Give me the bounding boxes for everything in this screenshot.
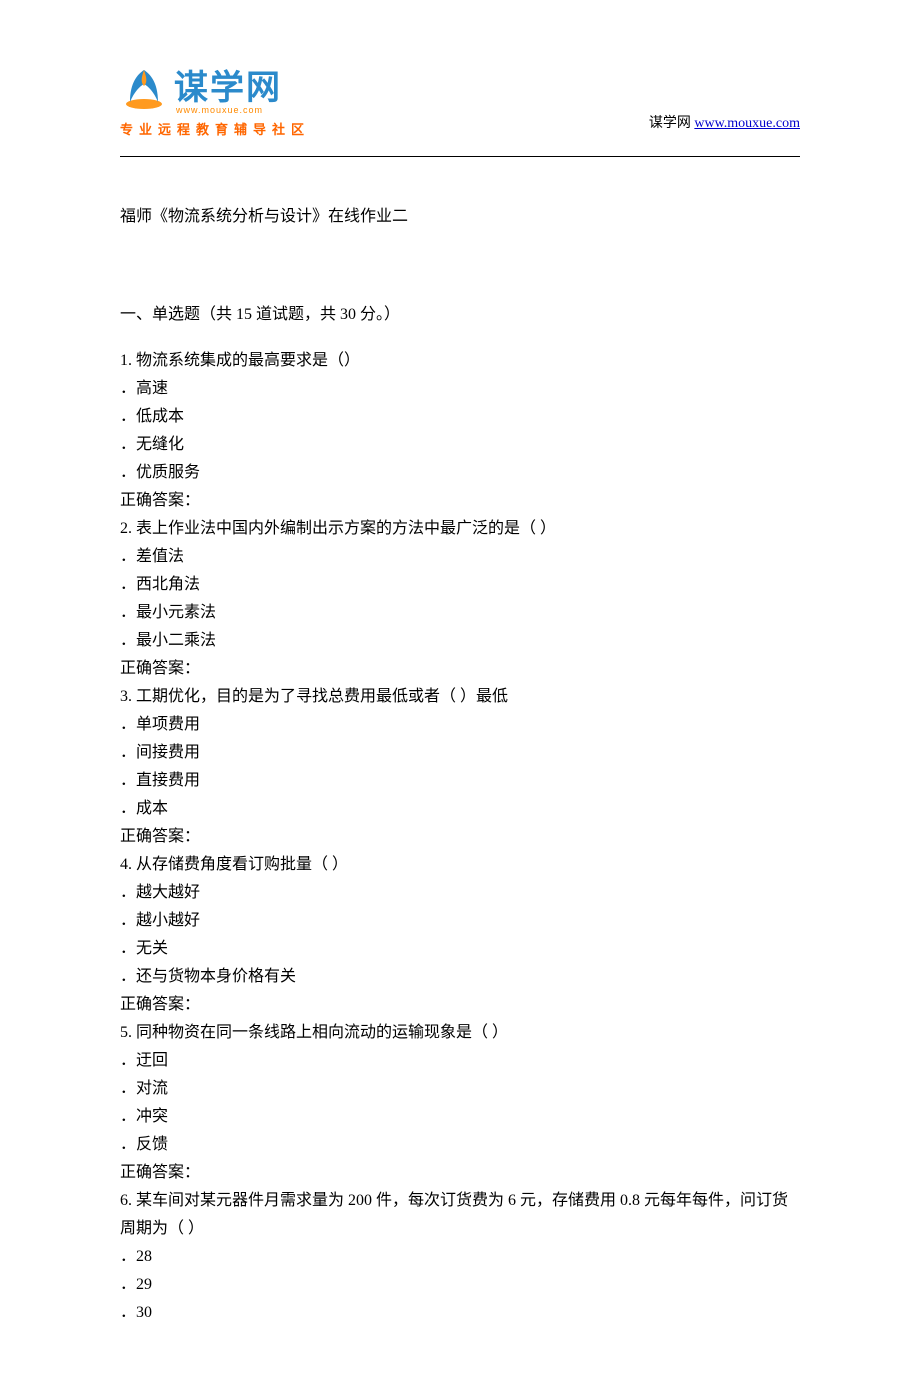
logo-icon [120,64,168,112]
option-item: ．30 [120,1299,800,1327]
option-item: ．还与货物本身价格有关 [120,963,800,991]
answer-label: 正确答案： [120,1159,800,1187]
option-item: ．无关 [120,935,800,963]
option-item: ．越大越好 [120,879,800,907]
logo-top: 谋学网 www.mouxue.com [120,60,282,115]
option-item: ．优质服务 [120,459,800,487]
question-text: 4. 从存储费角度看订购批量（ ） [120,851,800,879]
logo-tagline: 专业远程教育辅导社区 [120,119,310,138]
answer-label: 正确答案： [120,655,800,683]
document-body: 福师《物流系统分析与设计》在线作业二 一、单选题（共 15 道试题，共 30 分… [0,157,920,1387]
question-block: 1. 物流系统集成的最高要求是（） ．高速 ．低成本 ．无缝化 ．优质服务 正确… [120,347,800,515]
option-item: ．冲突 [120,1103,800,1131]
page-header: 谋学网 www.mouxue.com 专业远程教育辅导社区 谋学网 www.mo… [0,0,920,148]
option-item: ．西北角法 [120,571,800,599]
question-text: 3. 工期优化，目的是为了寻找总费用最低或者（ ）最低 [120,683,800,711]
question-block: 3. 工期优化，目的是为了寻找总费用最低或者（ ）最低 ．单项费用 ．间接费用 … [120,683,800,851]
question-block: 2. 表上作业法中国内外编制出示方案的方法中最广泛的是（ ） ．差值法 ．西北角… [120,515,800,683]
document-title: 福师《物流系统分析与设计》在线作业二 [120,203,800,231]
option-item: ．成本 [120,795,800,823]
option-item: ．对流 [120,1075,800,1103]
option-item: ．差值法 [120,543,800,571]
question-block: 5. 同种物资在同一条线路上相向流动的运输现象是（ ） ．迂回 ．对流 ．冲突 … [120,1019,800,1187]
answer-label: 正确答案： [120,487,800,515]
question-text: 5. 同种物资在同一条线路上相向流动的运输现象是（ ） [120,1019,800,1047]
question-text: 2. 表上作业法中国内外编制出示方案的方法中最广泛的是（ ） [120,515,800,543]
option-item: ．28 [120,1243,800,1271]
option-item: ．单项费用 [120,711,800,739]
answer-label: 正确答案： [120,991,800,1019]
option-item: ．高速 [120,375,800,403]
question-text: 1. 物流系统集成的最高要求是（） [120,347,800,375]
option-item: ．间接费用 [120,739,800,767]
option-item: ．越小越好 [120,907,800,935]
logo-text-wrap: 谋学网 www.mouxue.com [174,60,282,115]
option-item: ．29 [120,1271,800,1299]
answer-label: 正确答案： [120,823,800,851]
option-item: ．低成本 [120,403,800,431]
logo-brand-text: 谋学网 [174,60,282,109]
question-text: 6. 某车间对某元器件月需求量为 200 件，每次订货费为 6 元，存储费用 0… [120,1187,800,1243]
option-item: ．反馈 [120,1131,800,1159]
brand-label: 谋学网 [649,116,691,131]
option-item: ．最小二乘法 [120,627,800,655]
option-item: ．无缝化 [120,431,800,459]
logo-block: 谋学网 www.mouxue.com 专业远程教育辅导社区 [120,60,310,138]
section-header: 一、单选题（共 15 道试题，共 30 分。） [120,301,800,329]
option-item: ．直接费用 [120,767,800,795]
question-block: 6. 某车间对某元器件月需求量为 200 件，每次订货费为 6 元，存储费用 0… [120,1187,800,1327]
option-item: ．迂回 [120,1047,800,1075]
brand-url-link[interactable]: www.mouxue.com [694,116,800,131]
header-source: 谋学网 www.mouxue.com [649,112,800,138]
question-block: 4. 从存储费角度看订购批量（ ） ．越大越好 ．越小越好 ．无关 ．还与货物本… [120,851,800,1019]
option-item: ．最小元素法 [120,599,800,627]
